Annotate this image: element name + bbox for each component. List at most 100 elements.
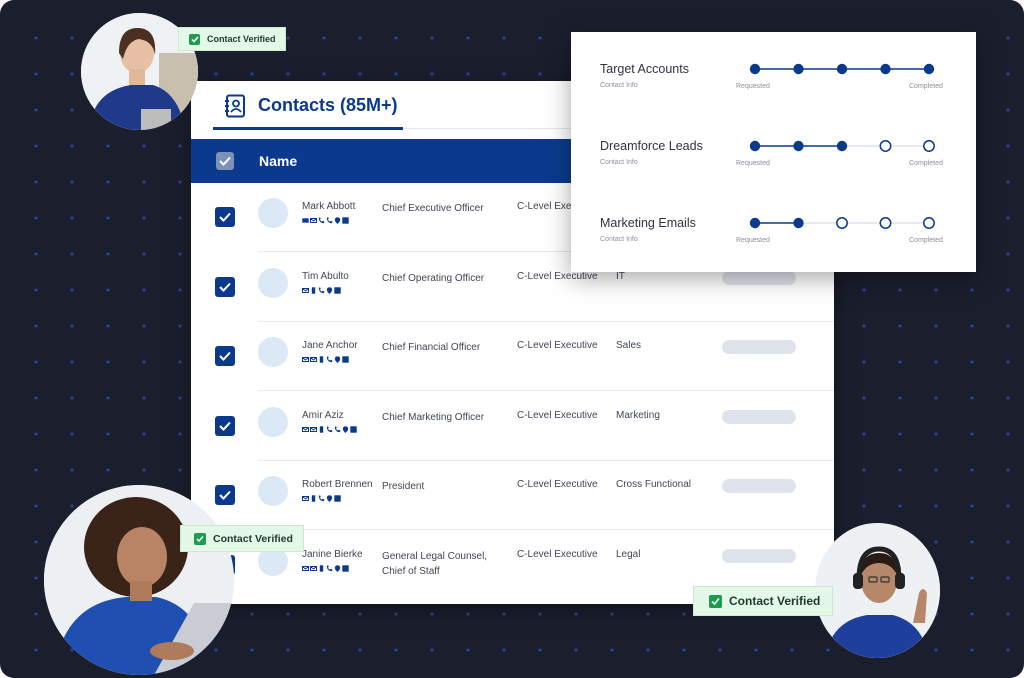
background-dot (142, 396, 146, 400)
table-row[interactable]: Jane Anchor Chief Financial Officer C-Leve… (191, 322, 834, 391)
linkedin-icon (342, 217, 349, 224)
phone-icon (318, 217, 325, 224)
phone-icon (326, 425, 333, 432)
background-dot (970, 396, 974, 400)
background-dot (862, 396, 866, 400)
background-dot (34, 216, 38, 220)
location-icon (326, 495, 333, 502)
background-dot (34, 576, 38, 580)
contact-name[interactable]: Mark Abbott (302, 201, 355, 212)
contact-channel-icons (302, 564, 349, 572)
background-dot (70, 432, 74, 436)
mobile-icon (311, 286, 316, 294)
row-checkbox[interactable] (215, 346, 235, 366)
verified-check-icon (194, 532, 206, 545)
background-dot (502, 612, 506, 616)
background-dot (970, 360, 974, 364)
background-dot (538, 36, 542, 40)
list-name[interactable]: Target Accounts (600, 62, 689, 76)
background-dot (1006, 180, 1010, 184)
background-dot (106, 396, 110, 400)
contact-management-level: C-Level Executive (517, 409, 598, 421)
contact-department: Cross Functional (616, 479, 692, 490)
background-dot (34, 144, 38, 148)
contact-name[interactable]: Amir Aziz (302, 410, 344, 421)
background-dot (286, 72, 290, 76)
background-dot (142, 288, 146, 292)
background-dot (358, 612, 362, 616)
background-dot (142, 432, 146, 436)
contact-name[interactable]: Tim Abulto (302, 271, 349, 282)
background-dot (358, 72, 362, 76)
contact-department: Marketing (616, 409, 660, 421)
row-checkbox[interactable] (215, 485, 235, 505)
background-dot (142, 324, 146, 328)
background-dot (682, 648, 686, 652)
background-dot (646, 612, 650, 616)
linkedin-icon (334, 286, 341, 294)
step-pending-dot (879, 140, 892, 152)
background-dot (898, 504, 902, 508)
background-dot (754, 648, 758, 652)
contact-name[interactable]: Jane Anchor (302, 340, 358, 351)
tab-contacts[interactable]: Contacts (85M+) (258, 95, 398, 116)
background-dot (34, 180, 38, 184)
background-dot (70, 144, 74, 148)
step-complete-dot (793, 140, 804, 152)
checkmark-icon (219, 212, 231, 222)
background-dot (1006, 108, 1010, 112)
background-dot (610, 612, 614, 616)
column-header-name[interactable]: Name (259, 153, 297, 169)
background-dot (970, 324, 974, 328)
background-dot (34, 252, 38, 256)
background-dot (502, 36, 506, 40)
contact-channel-icons (302, 356, 349, 363)
mobile-icon (311, 495, 316, 502)
background-dot (358, 648, 362, 652)
background-dot (142, 180, 146, 184)
step-complete-dot (880, 63, 891, 75)
verified-check-icon (189, 33, 200, 45)
background-dot (934, 540, 938, 544)
linkedin-icon (350, 425, 357, 433)
row-checkbox[interactable] (215, 415, 235, 436)
select-all-checkbox[interactable] (216, 152, 234, 170)
background-dot (394, 72, 398, 76)
table-row[interactable]: Robert Brennen President C-Level Executive… (191, 461, 834, 530)
contact-verified-badge-right: Contact Verified (693, 586, 834, 616)
background-dot (286, 648, 290, 652)
mail-icon (302, 496, 309, 501)
background-dot (970, 432, 974, 436)
contact-management-level: C-Level Executive (517, 479, 598, 490)
contact-name[interactable]: Robert Brennen (302, 479, 373, 490)
background-dot (34, 504, 38, 508)
requested-label: Requested (736, 83, 770, 90)
background-dot (178, 252, 182, 256)
background-dot (718, 648, 722, 652)
background-dot (34, 36, 38, 40)
step-complete-dot (836, 140, 848, 152)
row-checkbox[interactable] (215, 276, 235, 297)
background-dot (1006, 360, 1010, 364)
row-checkbox[interactable] (215, 207, 235, 227)
background-dot (970, 648, 974, 652)
step-complete-dot (749, 217, 761, 229)
list-name[interactable]: Dreamforce Leads (600, 139, 703, 153)
table-row[interactable]: Amir Aziz Chief Marketing Officer C-Level … (191, 392, 834, 461)
contact-name[interactable]: Janine Bierke (302, 549, 363, 560)
contact-job-title: Chief Executive Officer (382, 203, 484, 214)
phone-icon (334, 425, 341, 432)
avatar (258, 198, 288, 228)
phone-icon (326, 217, 333, 224)
background-dot (502, 72, 506, 76)
background-dot (430, 612, 434, 616)
mail-icon (310, 357, 317, 362)
list-name[interactable]: Marketing Emails (600, 216, 696, 230)
phone-icon (326, 356, 333, 363)
contact-job-title: Chief Operating Officer (382, 272, 485, 284)
loading-placeholder-bar (722, 479, 796, 493)
progress-stepper (749, 63, 935, 75)
checkmark-icon (219, 282, 231, 292)
progress-stepper (749, 217, 935, 229)
background-dot (34, 288, 38, 292)
